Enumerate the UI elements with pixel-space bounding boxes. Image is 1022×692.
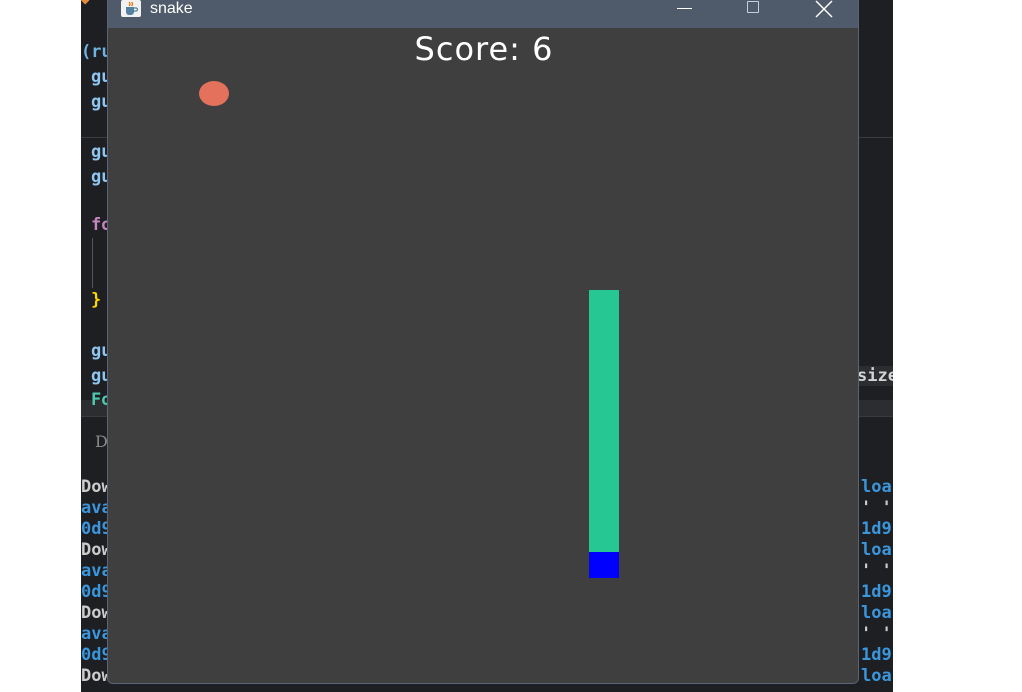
terminal-tab-label: D bbox=[95, 432, 108, 451]
terminal-line-right: loa bbox=[861, 540, 892, 560]
minimize-button[interactable] bbox=[661, 0, 707, 20]
snake-head bbox=[589, 552, 619, 578]
close-button[interactable] bbox=[799, 0, 845, 20]
close-icon bbox=[815, 0, 833, 18]
game-canvas[interactable]: Score: 6 bbox=[108, 28, 858, 683]
terminal-line-right: loa bbox=[861, 477, 892, 497]
snake-body bbox=[589, 290, 619, 552]
java-coffee-cup-icon bbox=[121, 0, 141, 17]
ide-code-fragment: size bbox=[857, 366, 893, 386]
snake-game-window: snake Score: 6 bbox=[107, 0, 859, 684]
ide-code-fragment: ◆ bbox=[81, 0, 90, 8]
terminal-line-right: ' ' bbox=[861, 498, 892, 518]
window-title: snake bbox=[150, 0, 193, 17]
terminal-line-right: loa bbox=[861, 603, 892, 623]
terminal-line-right: 1d9 bbox=[861, 519, 892, 539]
terminal-line-right: ' ' bbox=[861, 561, 892, 581]
terminal-line-right: loa bbox=[861, 666, 892, 686]
ide-code-fragment: } bbox=[91, 290, 102, 310]
ide-indent-guide bbox=[92, 238, 93, 288]
maximize-button[interactable] bbox=[730, 0, 776, 20]
window-titlebar[interactable]: snake bbox=[108, 0, 858, 28]
terminal-line-right: ' ' bbox=[861, 624, 892, 644]
food-apple bbox=[199, 81, 229, 106]
minimize-icon bbox=[677, 8, 692, 9]
terminal-line-right: 1d9 bbox=[861, 645, 892, 665]
score-display: Score: 6 bbox=[414, 30, 554, 68]
terminal-line-right: 1d9 bbox=[861, 582, 892, 602]
maximize-icon bbox=[747, 1, 759, 13]
